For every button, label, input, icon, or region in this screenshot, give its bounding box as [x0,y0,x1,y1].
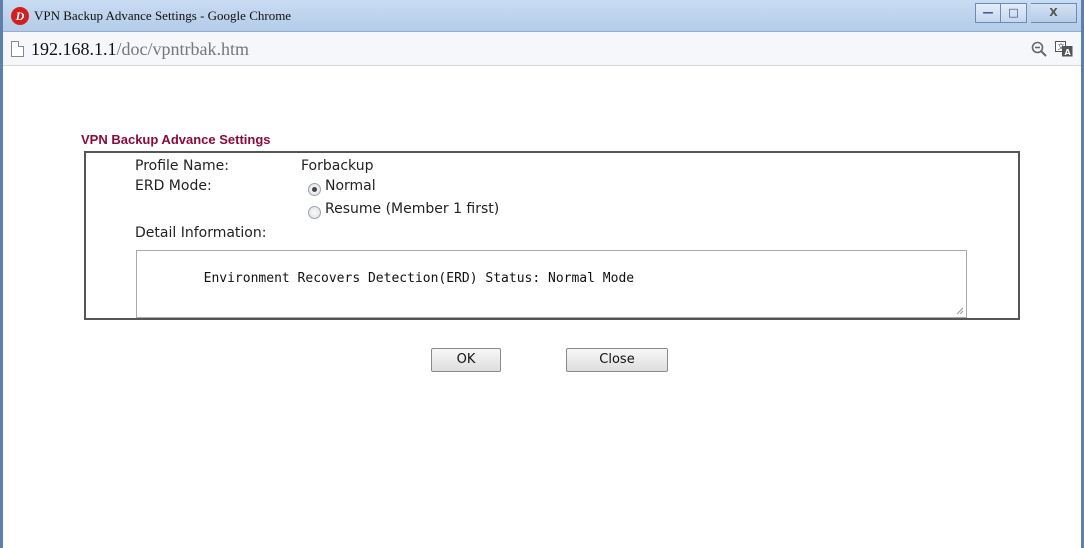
ok-button[interactable]: OK [431,348,501,372]
url-text[interactable]: 192.168.1.1/doc/vpntrbak.htm [31,39,249,60]
settings-panel: Profile Name: Forbackup ERD Mode: Normal… [84,151,1020,320]
url-path: /doc/vpntrbak.htm [116,39,249,59]
close-button[interactable]: Close [566,348,668,372]
browser-window: D VPN Backup Advance Settings - Google C… [0,0,1084,548]
erd-resume-radio[interactable] [308,206,321,219]
erd-normal-radio[interactable] [308,183,321,196]
svg-text:文: 文 [1058,42,1065,51]
erd-mode-label: ERD Mode: [135,178,212,194]
svg-text:A: A [1065,48,1072,57]
detail-textarea[interactable]: Environment Recovers Detection(ERD) Stat… [136,250,967,318]
url-host: 192.168.1.1 [31,39,117,59]
title-bar[interactable]: D VPN Backup Advance Settings - Google C… [3,0,1081,32]
app-logo-icon: D [11,7,29,25]
profile-name-label: Profile Name: [135,158,230,174]
minimize-button[interactable]: — [975,3,1001,23]
detail-text: Environment Recovers Detection(ERD) Stat… [203,271,635,286]
profile-name-value: Forbackup [301,158,374,174]
window-title: VPN Backup Advance Settings - Google Chr… [34,8,292,23]
maximize-button[interactable]: □ [1001,3,1027,23]
erd-resume-label[interactable]: Resume (Member 1 first) [325,201,499,217]
window-controls: — □ X [975,3,1077,23]
translate-icon[interactable]: 文 A [1055,41,1073,57]
page-content: VPN Backup Advance Settings Profile Name… [3,67,1081,548]
close-window-button[interactable]: X [1031,3,1077,23]
detail-information-label: Detail Information: [135,225,267,241]
erd-normal-label[interactable]: Normal [325,178,376,194]
page-title: VPN Backup Advance Settings [81,132,271,147]
address-bar[interactable]: 192.168.1.1/doc/vpntrbak.htm 文 A [3,32,1081,66]
page-icon [11,41,24,57]
zoom-out-icon[interactable] [1031,41,1047,57]
resize-grip-icon[interactable] [956,307,964,315]
